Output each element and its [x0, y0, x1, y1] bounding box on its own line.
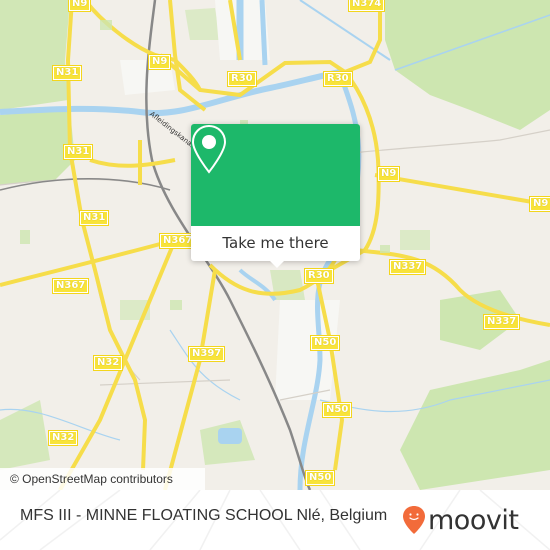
road-label-n9: N9 [529, 196, 550, 212]
road-label-n31: N31 [63, 144, 94, 160]
map-popup[interactable]: Take me there [191, 124, 360, 268]
road-label-n50: N50 [322, 402, 353, 418]
popup-header [191, 124, 360, 226]
take-me-there-button[interactable]: Take me there [191, 228, 360, 258]
map-attribution[interactable]: © OpenStreetMap contributors [0, 468, 205, 490]
road-label-n50: N50 [305, 470, 336, 486]
road-label-n397: N397 [188, 346, 226, 362]
road-label-n32: N32 [93, 355, 124, 371]
popup-pointer [268, 259, 286, 268]
road-label-n337: N337 [389, 259, 427, 275]
road-label-n32: N32 [48, 430, 79, 446]
road-label-n9: N9 [377, 166, 401, 182]
location-title: MFS III - MINNE FLOATING SCHOOL Nlé, Bel… [20, 507, 388, 524]
footer: MFS III - MINNE FLOATING SCHOOL Nlé, Bel… [0, 490, 550, 550]
road-label-n337: N337 [483, 314, 521, 330]
road-label-n31: N31 [52, 65, 83, 81]
map-pin-icon [191, 124, 227, 174]
road-label-n374: N374 [348, 0, 386, 12]
road-label-n31: N31 [79, 210, 110, 226]
moovit-pin-icon [403, 506, 425, 534]
map[interactable]: Afleidingskanaal N9 N374 N9 N31 R30 R30 … [0, 0, 550, 490]
road-label-r30: R30 [227, 71, 257, 87]
road-label-n50: N50 [310, 335, 341, 351]
road-label-r30: R30 [304, 268, 334, 284]
moovit-wordmark: moovit [428, 504, 519, 536]
road-label-n9: N9 [148, 54, 172, 70]
road-label-n367: N367 [52, 278, 90, 294]
road-label-n9: N9 [68, 0, 92, 12]
road-label-r30: R30 [323, 71, 353, 87]
moovit-logo[interactable]: moovit [402, 498, 519, 542]
